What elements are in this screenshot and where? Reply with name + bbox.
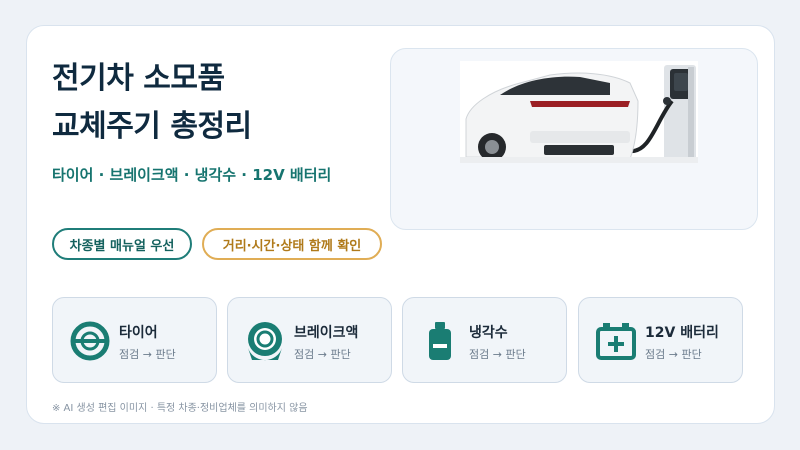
coolant-bottle-icon xyxy=(419,320,461,362)
item-name: 12V 배터리 xyxy=(645,325,719,341)
manual-priority-tag: 차종별 매뉴얼 우선 xyxy=(52,228,192,260)
ev-charging-photo xyxy=(460,61,698,163)
title-line-1: 전기차 소모품 xyxy=(52,61,225,96)
item-sub: 점검 → 판단 xyxy=(645,348,702,361)
footnote: ※ AI 생성 편집 이미지 · 특정 차종·정비업체를 의미하지 않음 xyxy=(52,403,308,414)
tire-icon xyxy=(69,320,111,362)
item-sub: 점검 → 판단 xyxy=(119,348,176,361)
distance-time-condition-tag: 거리·시간·상태 함께 확인 xyxy=(202,228,382,260)
item-name: 냉각수 xyxy=(469,325,508,341)
item-card-tire[interactable]: 타이어 점검 → 판단 xyxy=(52,297,217,383)
title-line-2: 교체주기 총정리 xyxy=(52,109,252,144)
item-name: 타이어 xyxy=(119,325,158,341)
item-sub: 점검 → 판단 xyxy=(469,348,526,361)
subtitle: 타이어 · 브레이크액 · 냉각수 · 12V 배터리 xyxy=(52,166,332,184)
brake-disc-icon xyxy=(244,320,286,362)
battery-icon xyxy=(595,320,637,362)
item-card-brake-fluid[interactable]: 브레이크액 점검 → 판단 xyxy=(227,297,392,383)
item-sub: 점검 → 판단 xyxy=(294,348,351,361)
item-card-12v-battery[interactable]: 12V 배터리 점검 → 판단 xyxy=(578,297,743,383)
item-name: 브레이크액 xyxy=(294,325,359,341)
item-card-coolant[interactable]: 냉각수 점검 → 판단 xyxy=(402,297,567,383)
page-title: 전기차 소모품 교체주기 총정리 xyxy=(52,55,252,151)
